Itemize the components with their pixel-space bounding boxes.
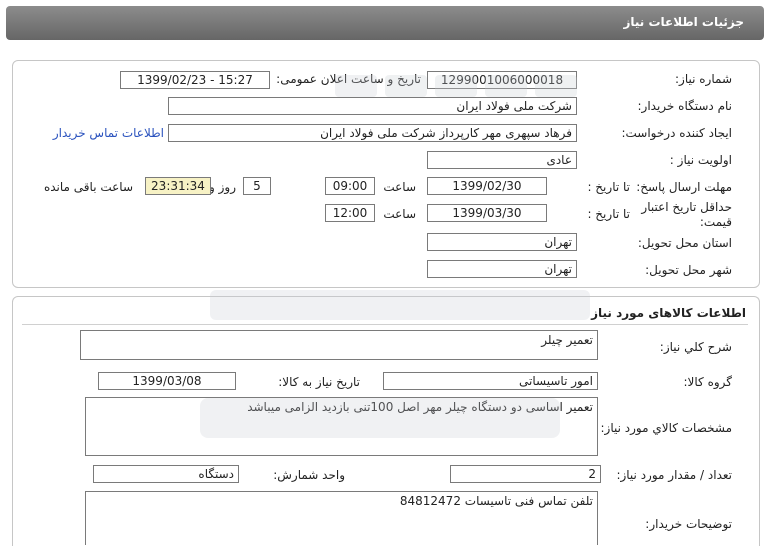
validity-time-field: 12:00 [325, 204, 375, 222]
specs-label: مشخصات کالاي مورد نياز: [600, 421, 732, 435]
need-info-panel [12, 60, 760, 288]
deadline-date-field: 1399/02/30 [427, 177, 547, 195]
deadline-label: مهلت ارسال پاسخ: [636, 180, 732, 194]
page-header: جزئیات اطلاعات نیاز [6, 6, 764, 40]
validity-label: حداقل تاریخ اعتبار قیمت: [622, 200, 732, 230]
province-field: تهران [427, 233, 577, 251]
deadline-time-label: ساعت [383, 180, 416, 194]
buyer-notes-label: توضیحات خریدار: [645, 517, 732, 531]
city-field: تهران [427, 260, 577, 278]
validity-date-field: 1399/03/30 [427, 204, 547, 222]
remaining-time-field: 23:31:34 [145, 177, 211, 195]
buyer-contact-link[interactable]: اطلاعات تماس خریدار [53, 126, 164, 140]
deadline-time-field: 09:00 [325, 177, 375, 195]
requester-field: فرهاد سپهری مهر کارپرداز شرکت ملی فولاد … [168, 124, 577, 142]
need-date-label: تاریخ نیاز به کالا: [278, 375, 360, 389]
page-title: جزئیات اطلاعات نیاز [623, 15, 744, 29]
announce-label: تاریخ و ساعت اعلان عمومی: [276, 72, 421, 86]
province-label: استان محل تحویل: [637, 236, 732, 250]
days-label: روز و [209, 180, 236, 194]
buyer-org-label: نام دستگاه خریدار: [637, 99, 733, 113]
unit-label: واحد شمارش: [273, 468, 345, 482]
summary-box: تعمیر چیلر [80, 330, 598, 360]
qty-field: 2 [450, 465, 601, 483]
validity-time-label: ساعت [383, 207, 416, 221]
need-date-field: 1399/03/08 [98, 372, 236, 390]
summary-label: شرح کلي نياز: [659, 340, 732, 354]
specs-box: تعمیر اساسی دو دستگاه چیلر مهر اصل 100تن… [85, 397, 598, 456]
announce-field: 1399/02/23 - 15:27 [120, 71, 270, 89]
unit-field: دستگاه [93, 465, 239, 483]
remaining-label: ساعت باقی مانده [43, 180, 133, 194]
buyer-org-field: شرکت ملی فولاد ایران [168, 97, 577, 115]
group-field: امور تاسیساتی [383, 372, 598, 390]
goods-section-title: اطلاعات کالاهای مورد نیاز [591, 306, 746, 320]
need-number-label: شماره نیاز: [675, 72, 732, 86]
city-label: شهر محل تحویل: [645, 263, 732, 277]
priority-label: اولویت نیاز : [669, 153, 732, 167]
goods-section-divider [22, 324, 748, 325]
priority-field: عادی [427, 151, 577, 169]
validity-to-date-label: تا تاریخ : [587, 207, 630, 221]
validity-label-text: حداقل تاریخ اعتبار قیمت: [641, 200, 732, 229]
requester-label: ایجاد کننده درخواست: [621, 126, 732, 140]
group-label: گروه کالا: [683, 375, 733, 389]
days-field: 5 [243, 177, 271, 195]
need-number-field: 1299001006000018 [427, 71, 577, 89]
deadline-to-date-label: تا تاریخ : [587, 180, 630, 194]
qty-label: تعداد / مقدار مورد نیاز: [616, 468, 732, 482]
buyer-notes-box: تلفن تماس فنی تاسیسات 84812472 [85, 491, 598, 545]
